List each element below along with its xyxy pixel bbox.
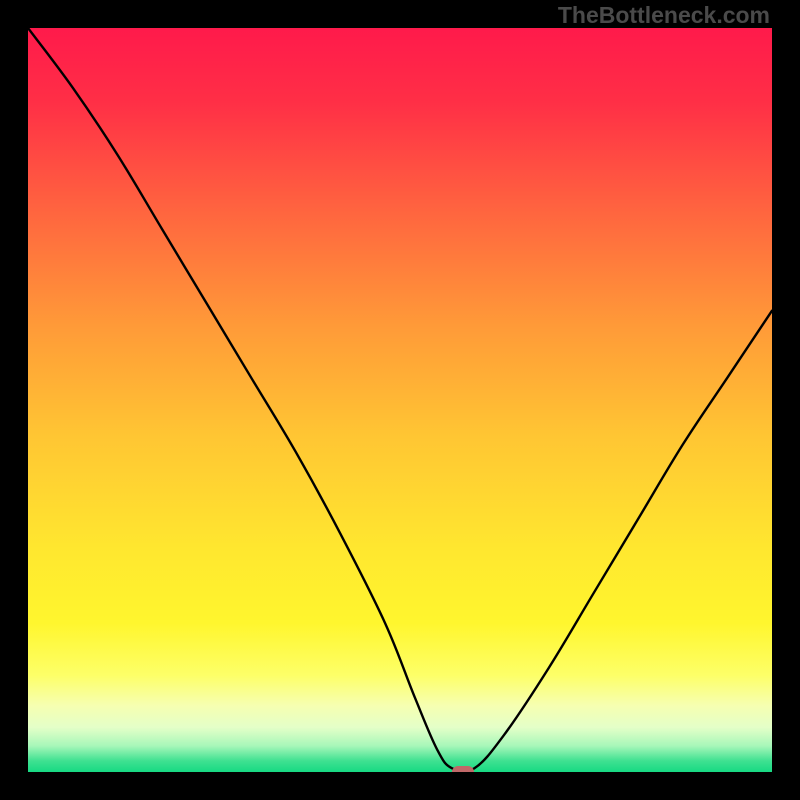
watermark-text: TheBottleneck.com bbox=[558, 2, 770, 29]
chart-frame: TheBottleneck.com bbox=[0, 0, 800, 800]
plot-area bbox=[28, 28, 772, 772]
bottleneck-curve bbox=[28, 28, 772, 772]
optimal-point-marker bbox=[452, 766, 474, 772]
